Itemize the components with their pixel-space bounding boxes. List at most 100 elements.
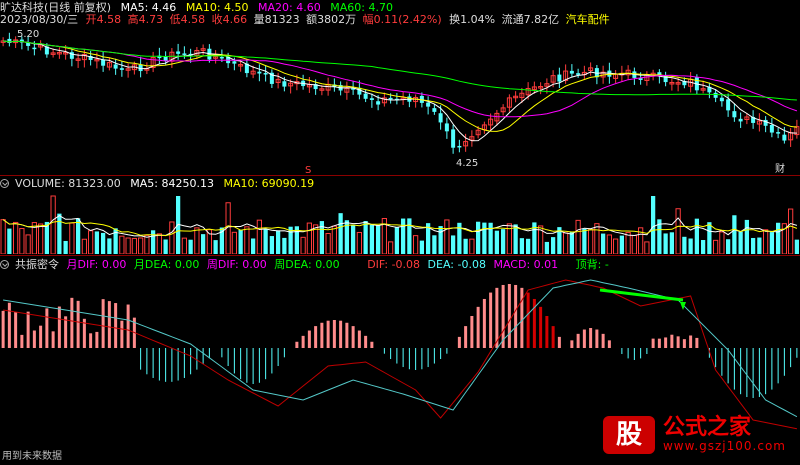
macd-bar xyxy=(470,316,474,348)
volume-bar xyxy=(713,239,719,254)
volume-bar xyxy=(269,236,274,254)
quote-turnover: 换1.04% xyxy=(449,13,496,26)
quote-float: 流通7.82亿 xyxy=(501,13,560,26)
volume-bar xyxy=(194,227,200,254)
volume-bar xyxy=(325,232,331,254)
volume-bar xyxy=(38,223,44,254)
candle xyxy=(388,97,393,100)
volume-bar xyxy=(276,230,281,254)
macd-bar xyxy=(320,322,324,348)
macd-bar xyxy=(557,336,561,348)
volume-bar xyxy=(401,218,406,254)
volume-bar xyxy=(306,222,312,254)
volume-bar xyxy=(444,219,450,254)
macd-bar xyxy=(351,326,355,348)
macd-bar xyxy=(364,335,368,348)
volume-bar xyxy=(244,226,250,254)
quote-date: 2023/08/30/三 xyxy=(0,13,79,26)
panel-divider[interactable] xyxy=(0,175,800,176)
macd-bar xyxy=(1,310,5,348)
future-data-note: 用到未来数据 xyxy=(2,451,62,462)
macd-bar xyxy=(482,298,486,348)
macd-bar xyxy=(657,338,661,348)
quote-row: 2023/08/30/三 开4.58 高4.73 低4.58 收4.66 量81… xyxy=(0,13,616,26)
volume-bar xyxy=(407,218,412,254)
volume-bar xyxy=(151,230,156,254)
macd-bar xyxy=(89,333,93,348)
macd-bar xyxy=(95,331,99,348)
volume-bar xyxy=(125,237,131,254)
candle xyxy=(769,124,774,133)
volume-bar xyxy=(751,237,756,254)
volume-bar xyxy=(363,221,368,254)
volume-bar xyxy=(644,241,650,254)
volume-bar xyxy=(388,241,394,254)
settings-icon[interactable] xyxy=(0,179,9,188)
macd-bar xyxy=(26,311,30,348)
macd-bar xyxy=(114,303,118,348)
candle xyxy=(282,81,287,87)
candle xyxy=(726,99,731,111)
candle xyxy=(451,129,456,148)
candle xyxy=(782,134,787,141)
volume-bar xyxy=(476,221,481,254)
panel-divider[interactable] xyxy=(0,255,800,256)
settings-icon[interactable] xyxy=(0,260,9,269)
quote-amount: 额3802万 xyxy=(306,13,357,26)
quote-open: 开4.58 xyxy=(85,13,122,26)
macd-bar xyxy=(307,330,311,348)
quote-change: 幅0.11(2.42%) xyxy=(362,13,442,26)
macd-bar xyxy=(39,325,43,348)
volume-bar xyxy=(631,234,637,254)
volume-bar xyxy=(69,222,75,254)
quote-sector[interactable]: 汽车配件 xyxy=(566,13,610,26)
volume-bar xyxy=(788,208,794,254)
candlestick-chart[interactable] xyxy=(0,26,800,176)
down-arrow-icon xyxy=(680,302,686,310)
volume-bar xyxy=(263,229,268,254)
peak-price-label: 5.20 xyxy=(17,29,40,40)
volume-bar xyxy=(575,219,581,254)
volume-bar xyxy=(7,228,12,254)
macd-bar xyxy=(526,292,530,348)
volume-bar xyxy=(432,235,437,254)
candle xyxy=(732,111,737,118)
volume-bar xyxy=(413,235,419,254)
candle xyxy=(776,132,781,134)
volume-bar xyxy=(156,233,162,254)
macd-bar xyxy=(589,328,593,348)
candle xyxy=(263,73,268,75)
volume-bar xyxy=(57,213,62,254)
volume-bar xyxy=(394,226,399,254)
volume-bar xyxy=(469,238,475,254)
volume-bar xyxy=(438,226,443,254)
volume-bar xyxy=(744,219,749,254)
macd-bar xyxy=(576,333,580,348)
macd-bar xyxy=(664,337,668,348)
volume-bar xyxy=(0,219,6,254)
volume-bar xyxy=(482,222,487,254)
macd-bar xyxy=(14,311,18,348)
watermark-logo-icon: 股 xyxy=(602,416,655,454)
macd-bar xyxy=(107,301,111,348)
volume-bar xyxy=(544,241,549,254)
volume-bar xyxy=(13,221,19,254)
candle xyxy=(576,73,581,75)
volume-bar xyxy=(451,235,456,254)
volume-bar xyxy=(794,239,799,254)
volume-bar xyxy=(119,235,125,254)
macd-bar xyxy=(314,326,318,348)
volume-bar xyxy=(19,228,25,254)
candle xyxy=(713,92,718,98)
candle xyxy=(557,74,562,82)
candle xyxy=(32,47,37,50)
candle xyxy=(101,59,106,66)
volume-bar xyxy=(188,239,193,254)
volume-bar xyxy=(138,237,144,254)
volume-chart[interactable] xyxy=(0,190,800,254)
volume-bar xyxy=(107,238,112,254)
volume-bar xyxy=(356,231,362,254)
macd-bar xyxy=(32,330,36,348)
volume-bar xyxy=(757,237,762,254)
volume-value: VOLUME: 81323.00 xyxy=(15,177,121,190)
